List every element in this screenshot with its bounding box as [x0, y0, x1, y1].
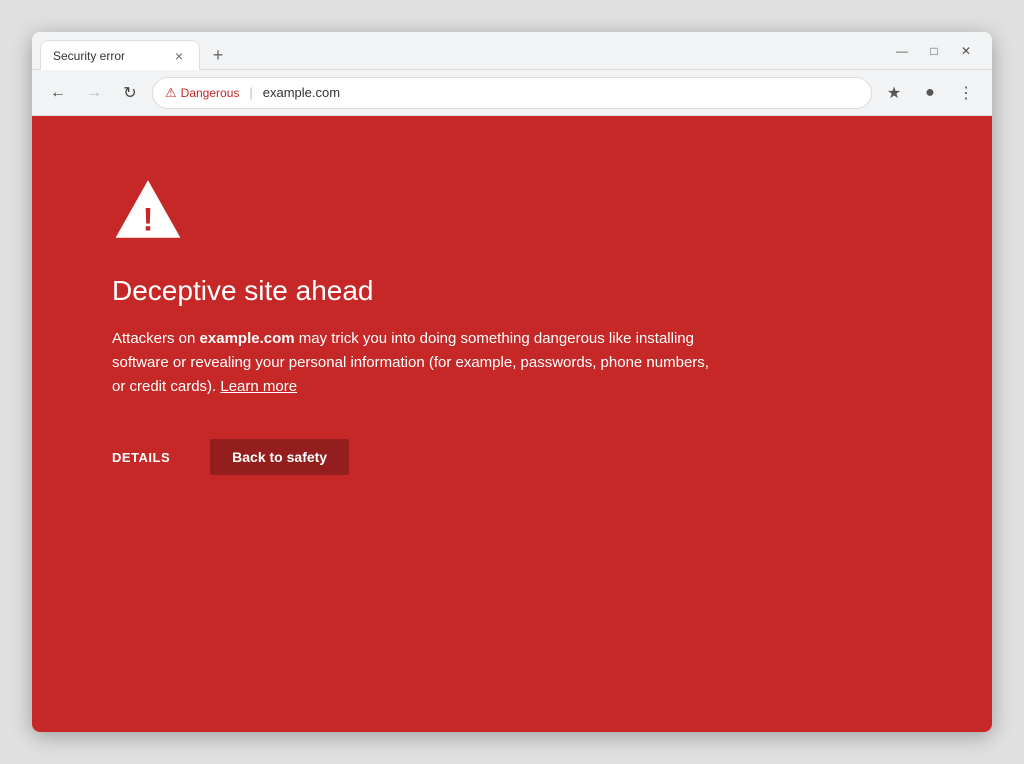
details-link[interactable]: DETAILS: [112, 450, 170, 465]
account-button[interactable]: ●: [916, 79, 944, 107]
svg-text:!: !: [143, 202, 154, 238]
back-button[interactable]: ←: [44, 79, 72, 107]
forward-button[interactable]: →: [80, 79, 108, 107]
minimize-button[interactable]: —: [892, 41, 912, 61]
error-actions: DETAILS Back to safety: [112, 439, 712, 475]
bookmark-button[interactable]: ★: [880, 79, 908, 107]
close-button[interactable]: ✕: [956, 41, 976, 61]
back-to-safety-button[interactable]: Back to safety: [210, 439, 349, 475]
new-tab-button[interactable]: +: [204, 41, 232, 69]
error-description: Attackers on example.com may trick you i…: [112, 327, 712, 399]
url-bar[interactable]: ⚠ Dangerous | example.com: [152, 77, 872, 109]
tab-title: Security error: [53, 49, 163, 63]
address-actions: ★ ● ⋮: [880, 79, 980, 107]
warning-triangle-icon: !: [112, 176, 184, 242]
description-prefix: Attackers on: [112, 330, 200, 347]
menu-button[interactable]: ⋮: [952, 79, 980, 107]
error-heading: Deceptive site ahead: [112, 275, 712, 307]
window-controls: — □ ✕: [892, 41, 984, 61]
reload-button[interactable]: ↻: [116, 79, 144, 107]
url-text: example.com: [263, 85, 340, 100]
title-bar: Security error × + — □ ✕: [32, 32, 992, 70]
tab-close-button[interactable]: ×: [171, 48, 187, 64]
site-name: example.com: [200, 330, 295, 347]
maximize-button[interactable]: □: [924, 41, 944, 61]
tabs-area: Security error × +: [40, 32, 892, 69]
learn-more-link[interactable]: Learn more: [220, 378, 297, 395]
security-indicator: ⚠ Dangerous: [165, 85, 239, 101]
error-page: ! Deceptive site ahead Attackers on exam…: [32, 116, 992, 732]
active-tab[interactable]: Security error ×: [40, 40, 200, 70]
address-bar: ← → ↻ ⚠ Dangerous | example.com ★ ● ⋮: [32, 70, 992, 116]
warning-icon: ⚠: [165, 85, 177, 101]
browser-window: Security error × + — □ ✕ ← → ↻ ⚠ Dangero…: [32, 32, 992, 732]
url-separator: |: [249, 85, 252, 100]
error-content: ! Deceptive site ahead Attackers on exam…: [112, 176, 712, 475]
security-label: Dangerous: [181, 86, 240, 100]
